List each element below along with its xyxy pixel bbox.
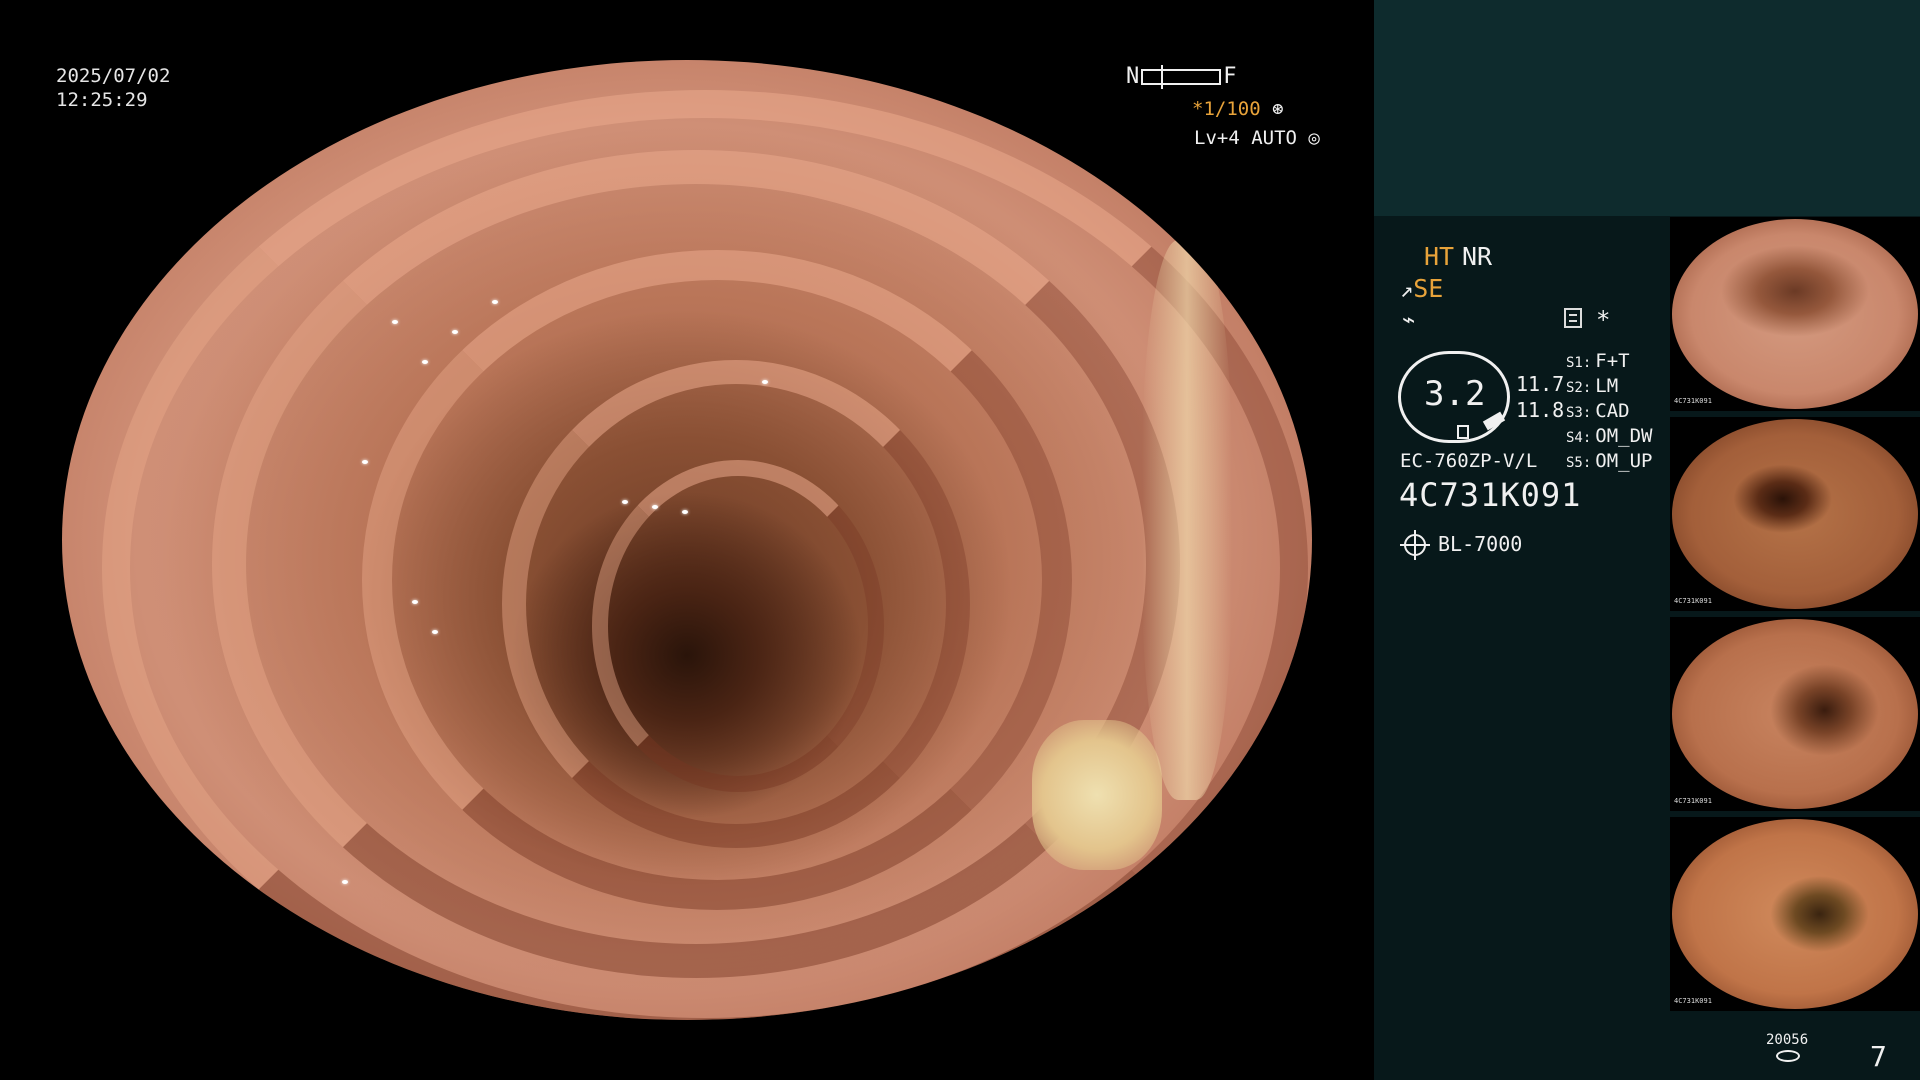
specular-highlight bbox=[682, 510, 688, 514]
storage-disk-icon bbox=[1776, 1050, 1800, 1062]
thumbnail-label: 4C731K091 bbox=[1674, 997, 1712, 1005]
specular-highlight bbox=[492, 300, 498, 304]
dial-reading-a: 11.7 bbox=[1516, 372, 1565, 396]
setting-key: S1: bbox=[1566, 355, 1592, 371]
endoscopy-screen: 2025/07/02 12:25:29 N F *1/100 ⊛ Lv+4 AU… bbox=[0, 0, 1920, 1080]
setting-value: F+T bbox=[1595, 350, 1630, 372]
specular-highlight bbox=[422, 360, 428, 364]
focus-near-label: N bbox=[1126, 64, 1140, 89]
scope-setting-5: S5: OM_UP bbox=[1566, 450, 1653, 472]
thumbnail-image bbox=[1672, 419, 1918, 609]
setting-key: S5: bbox=[1566, 455, 1592, 471]
scope-setting-1: S1: F+T bbox=[1566, 350, 1630, 372]
specular-highlight bbox=[452, 330, 458, 334]
mucosal-residue bbox=[1032, 720, 1162, 870]
se-enhance-icon: ↗ bbox=[1400, 278, 1414, 303]
date-text: 2025/07/02 bbox=[56, 65, 171, 87]
iris-icon: ◎ bbox=[1308, 127, 1320, 149]
specular-highlight bbox=[192, 170, 198, 174]
setting-key: S2: bbox=[1566, 380, 1592, 396]
scope-model: EC-760ZP-V/L bbox=[1400, 450, 1538, 472]
scope-setting-4: S4: OM_DW bbox=[1566, 425, 1653, 447]
right-panel-header bbox=[1374, 0, 1920, 216]
dial-reading-b: 11.8 bbox=[1516, 398, 1565, 422]
shutter-value: 1/100 bbox=[1203, 98, 1261, 120]
storage-count: 20056 bbox=[1766, 1032, 1809, 1048]
mode-se: ↗SE bbox=[1400, 274, 1443, 306]
scope-setting-3: S3: CAD bbox=[1566, 400, 1630, 422]
setting-key: S3: bbox=[1566, 405, 1592, 421]
specular-highlight bbox=[222, 110, 228, 114]
specular-highlight bbox=[412, 600, 418, 604]
specular-highlight bbox=[242, 130, 248, 134]
setting-value: OM_UP bbox=[1595, 450, 1653, 472]
thumbnail-label: 4C731K091 bbox=[1674, 597, 1712, 605]
specular-highlight bbox=[622, 500, 628, 504]
zoom-dial-value: 3.2 bbox=[1424, 374, 1486, 414]
focus-bar bbox=[1141, 64, 1222, 89]
setting-value: OM_DW bbox=[1595, 425, 1653, 447]
time-text: 12:25:29 bbox=[56, 89, 148, 111]
level-value: Lv+4 AUTO bbox=[1194, 127, 1297, 149]
focus-indicator: N F bbox=[1126, 64, 1237, 89]
specular-highlight bbox=[392, 320, 398, 324]
dial-marker bbox=[1457, 425, 1469, 439]
specular-highlight bbox=[652, 505, 658, 509]
thumbnail-image bbox=[1672, 819, 1918, 1009]
star-marker: * bbox=[1596, 306, 1611, 334]
menu-list-icon bbox=[1564, 308, 1582, 328]
captured-image-thumbnail[interactable]: 4C731K091 bbox=[1670, 217, 1920, 411]
captured-image-thumbnail[interactable]: 4C731K091 bbox=[1670, 417, 1920, 611]
specular-highlight bbox=[362, 460, 368, 464]
specular-highlight bbox=[762, 380, 768, 384]
light-source-icon bbox=[1400, 530, 1430, 560]
specular-highlight bbox=[342, 880, 348, 884]
light-source: BL-7000 bbox=[1438, 532, 1523, 556]
specular-highlight bbox=[182, 210, 188, 214]
brightness-level: Lv+4 AUTO ◎ bbox=[1194, 127, 1320, 149]
thumbnail-image bbox=[1672, 619, 1918, 809]
scope-setting-2: S2: LM bbox=[1566, 375, 1618, 397]
mode-nr: NR bbox=[1462, 242, 1493, 271]
thumbnail-label: 4C731K091 bbox=[1674, 797, 1712, 805]
timestamp: 2025/07/02 12:25:29 bbox=[56, 64, 170, 112]
shutter-speed: *1/100 ⊛ bbox=[1192, 98, 1284, 120]
captured-image-thumbnail[interactable]: 4C731K091 bbox=[1670, 817, 1920, 1011]
shutter-prefix: * bbox=[1192, 98, 1204, 120]
thumbnail-image bbox=[1672, 219, 1918, 409]
image-count: 7 bbox=[1870, 1040, 1887, 1073]
aperture-icon: ⊛ bbox=[1272, 98, 1284, 120]
focus-far-label: F bbox=[1223, 64, 1237, 89]
mucosal-residue bbox=[1142, 240, 1232, 800]
specular-highlight bbox=[432, 630, 438, 634]
captured-image-thumbnail[interactable]: 4C731K091 bbox=[1670, 617, 1920, 811]
mode-se-label: SE bbox=[1413, 274, 1444, 303]
setting-value: LM bbox=[1595, 375, 1619, 397]
scope-serial: 4C731K091 bbox=[1399, 476, 1582, 514]
mode-ht: HT bbox=[1424, 242, 1455, 271]
setting-value: CAD bbox=[1595, 400, 1630, 422]
setting-key: S4: bbox=[1566, 430, 1592, 446]
thumbnail-label: 4C731K091 bbox=[1674, 397, 1712, 405]
endoscope-live-view bbox=[62, 60, 1312, 1020]
lightning-icon: ⌁ bbox=[1402, 308, 1416, 333]
mucosal-fold bbox=[592, 460, 884, 792]
